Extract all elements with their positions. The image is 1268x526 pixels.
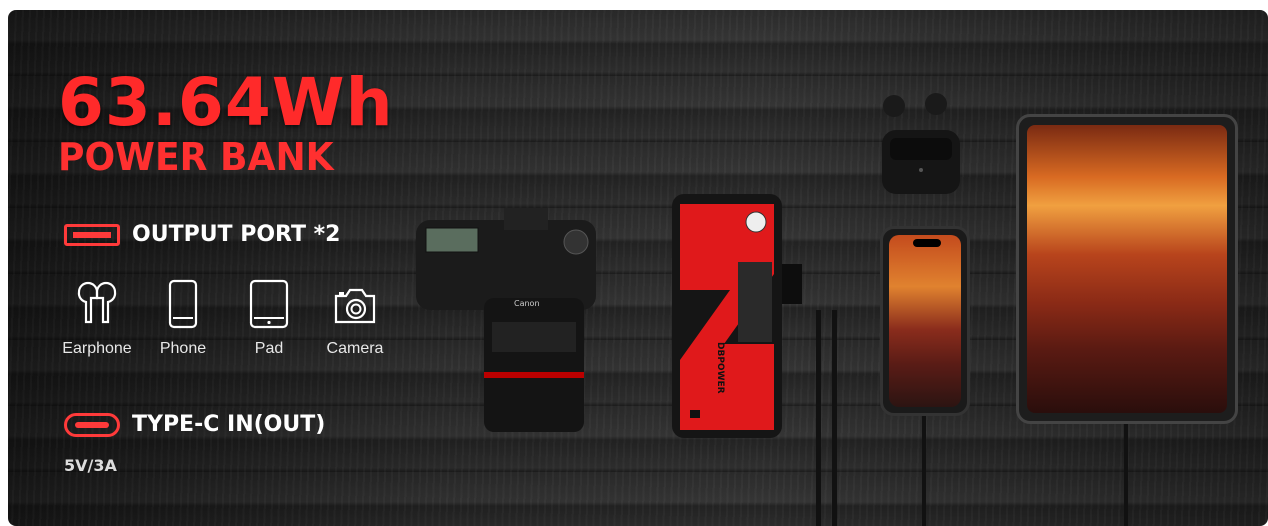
camera-icon	[334, 288, 376, 324]
camera-product-image: Canon	[416, 208, 596, 432]
cable	[816, 310, 821, 526]
tablet-product-image	[1016, 114, 1238, 424]
usb-a-port-icon	[64, 223, 120, 246]
device-earphone: Earphone	[54, 278, 140, 358]
tablet-screen	[1027, 125, 1227, 413]
capacity-title: 63.64Wh	[58, 64, 394, 141]
input-port-label: TYPE-C IN(OUT)	[132, 412, 326, 437]
phone-product-image	[880, 226, 970, 416]
earbuds-image	[882, 93, 960, 194]
phone-icon	[168, 279, 198, 329]
usb-c-port-icon	[64, 412, 120, 437]
device-pad-label: Pad	[254, 340, 284, 357]
headline: 63.64Wh POWER BANK	[58, 64, 394, 179]
power-bank-image: DBPOWER	[672, 194, 802, 438]
phone-notch	[913, 239, 941, 247]
device-earphone-label: Earphone	[62, 340, 132, 357]
device-camera: Camera	[312, 278, 398, 358]
earphone-icon	[77, 281, 117, 324]
product-title: POWER BANK	[58, 135, 334, 179]
device-phone-label: Phone	[159, 340, 207, 357]
device-camera-label: Camera	[326, 340, 384, 357]
device-list: Earphone Phone Pad Camera	[54, 278, 398, 358]
input-port-row: TYPE-C IN(OUT)	[64, 412, 325, 437]
device-brand: DBPOWER	[715, 342, 725, 394]
cable	[832, 310, 837, 526]
output-port-row: OUTPUT PORT *2	[64, 222, 340, 247]
cable	[1124, 424, 1128, 526]
product-banner: 63.64Wh POWER BANK OUTPUT PORT *2 Earpho…	[8, 10, 1268, 526]
device-phone: Phone	[140, 278, 226, 358]
output-port-label: OUTPUT PORT *2	[132, 222, 341, 247]
cable	[922, 416, 926, 526]
device-pad: Pad	[226, 278, 312, 358]
camera-brand: Canon	[514, 299, 540, 308]
phone-screen	[889, 235, 961, 407]
tablet-icon	[249, 279, 289, 329]
input-spec: 5V/3A	[64, 456, 117, 475]
